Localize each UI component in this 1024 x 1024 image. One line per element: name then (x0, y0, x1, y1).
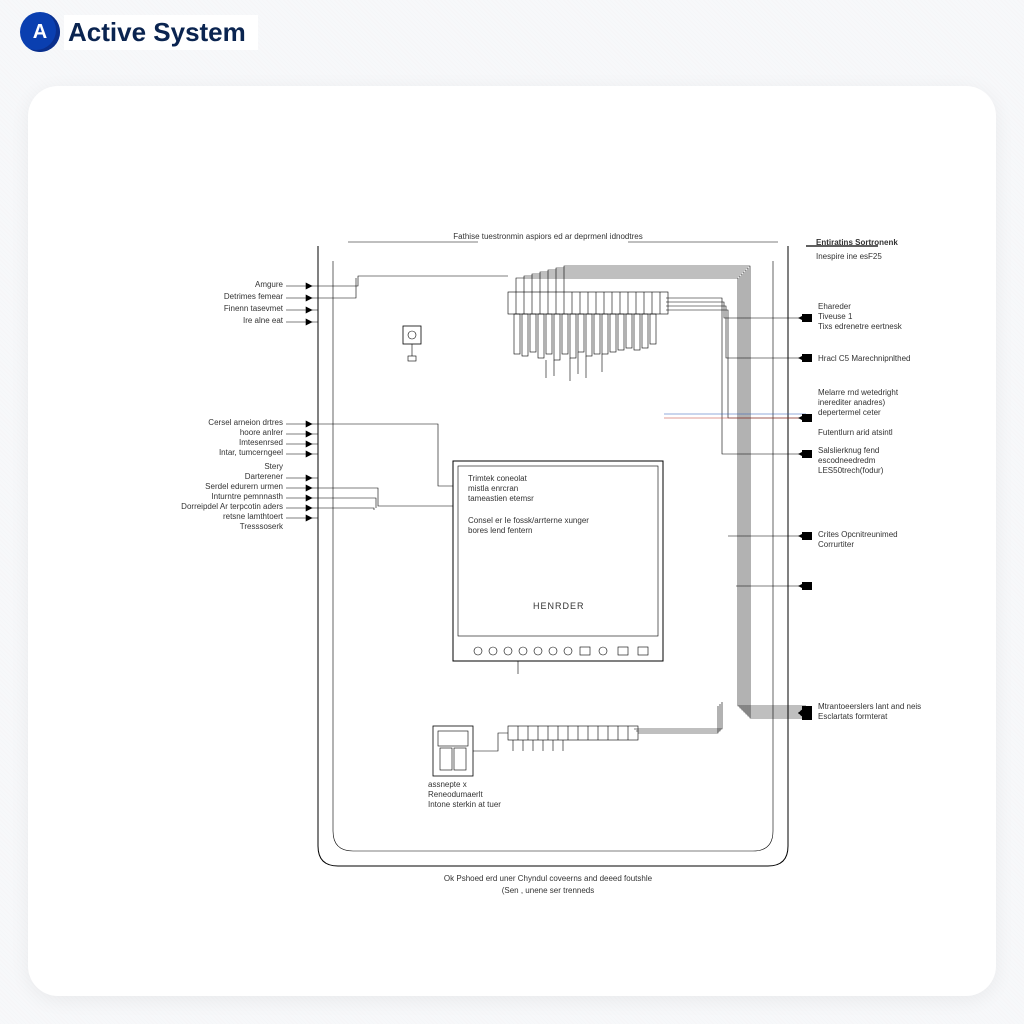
right-label-1a: Ehareder (818, 302, 851, 311)
right-sub: Inespire ine esF25 (816, 252, 882, 261)
left-label-13: Dorreipdel Ar terpcotin aders (130, 502, 283, 511)
main-panel: Fathise tuestronmin aspiors ed ar deprme… (28, 86, 996, 996)
center-c2: mistla enrcran (468, 484, 518, 493)
center-c1: Trimtek coneolat (468, 474, 527, 483)
logo-icon: A (20, 12, 60, 52)
bottom-b2: Reneodumaerlt (428, 790, 483, 799)
left-label-8: Intar, tumcerngeel (148, 448, 283, 457)
left-label-14: retsne lamthtoert (148, 512, 283, 521)
bottom-b1: assnepte x (428, 780, 467, 789)
left-label-5: Cersel arneion drtres (148, 418, 283, 427)
right-label-7a: Mtrantoeerslers lant and neis (818, 702, 921, 711)
left-label-12: Inturntre pemnnasth (148, 492, 283, 501)
schematic-svg (178, 206, 878, 926)
right-label-1b: Tiveuse 1 (818, 312, 852, 321)
right-label-6a: Crites Opcnitreunimed (818, 530, 898, 539)
bottom-b3: Intone sterkin at tuer (428, 800, 501, 809)
right-label-4: Futentlurn arid atsintl (818, 428, 893, 437)
right-label-6b: Corrurtiter (818, 540, 854, 549)
right-label-2: Hracl C5 Marechnipnlthed (818, 354, 911, 363)
left-label-2: Detrimes femear (158, 292, 283, 301)
center-c3: tameastien etemsr (468, 494, 534, 503)
right-label-3c: depertermel ceter (818, 408, 881, 417)
left-label-15: Tresssoserk (148, 522, 283, 531)
app-title: Active System (64, 15, 258, 50)
right-label-5b: escodneedredm (818, 456, 875, 465)
left-label-3: Finenn tasevmet (158, 304, 283, 313)
center-c5: bores lend fentern (468, 526, 533, 535)
footer-1: Ok Pshoed erd uner Chyndul coveerns and … (358, 874, 738, 884)
left-label-10: Darterener (148, 472, 283, 481)
right-label-3a: Melarre rnd wetedright (818, 388, 898, 397)
logo-letter: A (33, 21, 47, 44)
left-label-4: Ire alne eat (158, 316, 283, 325)
left-label-9: Stery (148, 462, 283, 471)
left-label-6: hoore anlrer (148, 428, 283, 437)
left-label-11: Serdel edurern urmen (148, 482, 283, 491)
right-label-7b: Esclartats formterat (818, 712, 887, 721)
diagram-top-title: Fathise tuestronmin aspiors ed ar deprme… (358, 232, 738, 242)
right-title: Entiratins Sortronenk (816, 238, 898, 247)
left-label-7: Imtesenrsed (148, 438, 283, 447)
wiring-diagram: Fathise tuestronmin aspiors ed ar deprme… (178, 206, 878, 926)
app-header: A Active System (20, 12, 258, 52)
footer-2: (Sen , unene ser trenneds (358, 886, 738, 896)
left-label-1: Amgure (158, 280, 283, 289)
right-label-5a: Salslierknug fend (818, 446, 879, 455)
right-label-1c: Tixs edrenetre eertnesk (818, 322, 902, 331)
device-name: HENRDER (533, 601, 585, 611)
right-label-3b: inerediter anadres) (818, 398, 885, 407)
right-label-5c: LES50trech(fodur) (818, 466, 883, 475)
center-c4: Consel er Ie fossk/arrterne xunger (468, 516, 589, 525)
